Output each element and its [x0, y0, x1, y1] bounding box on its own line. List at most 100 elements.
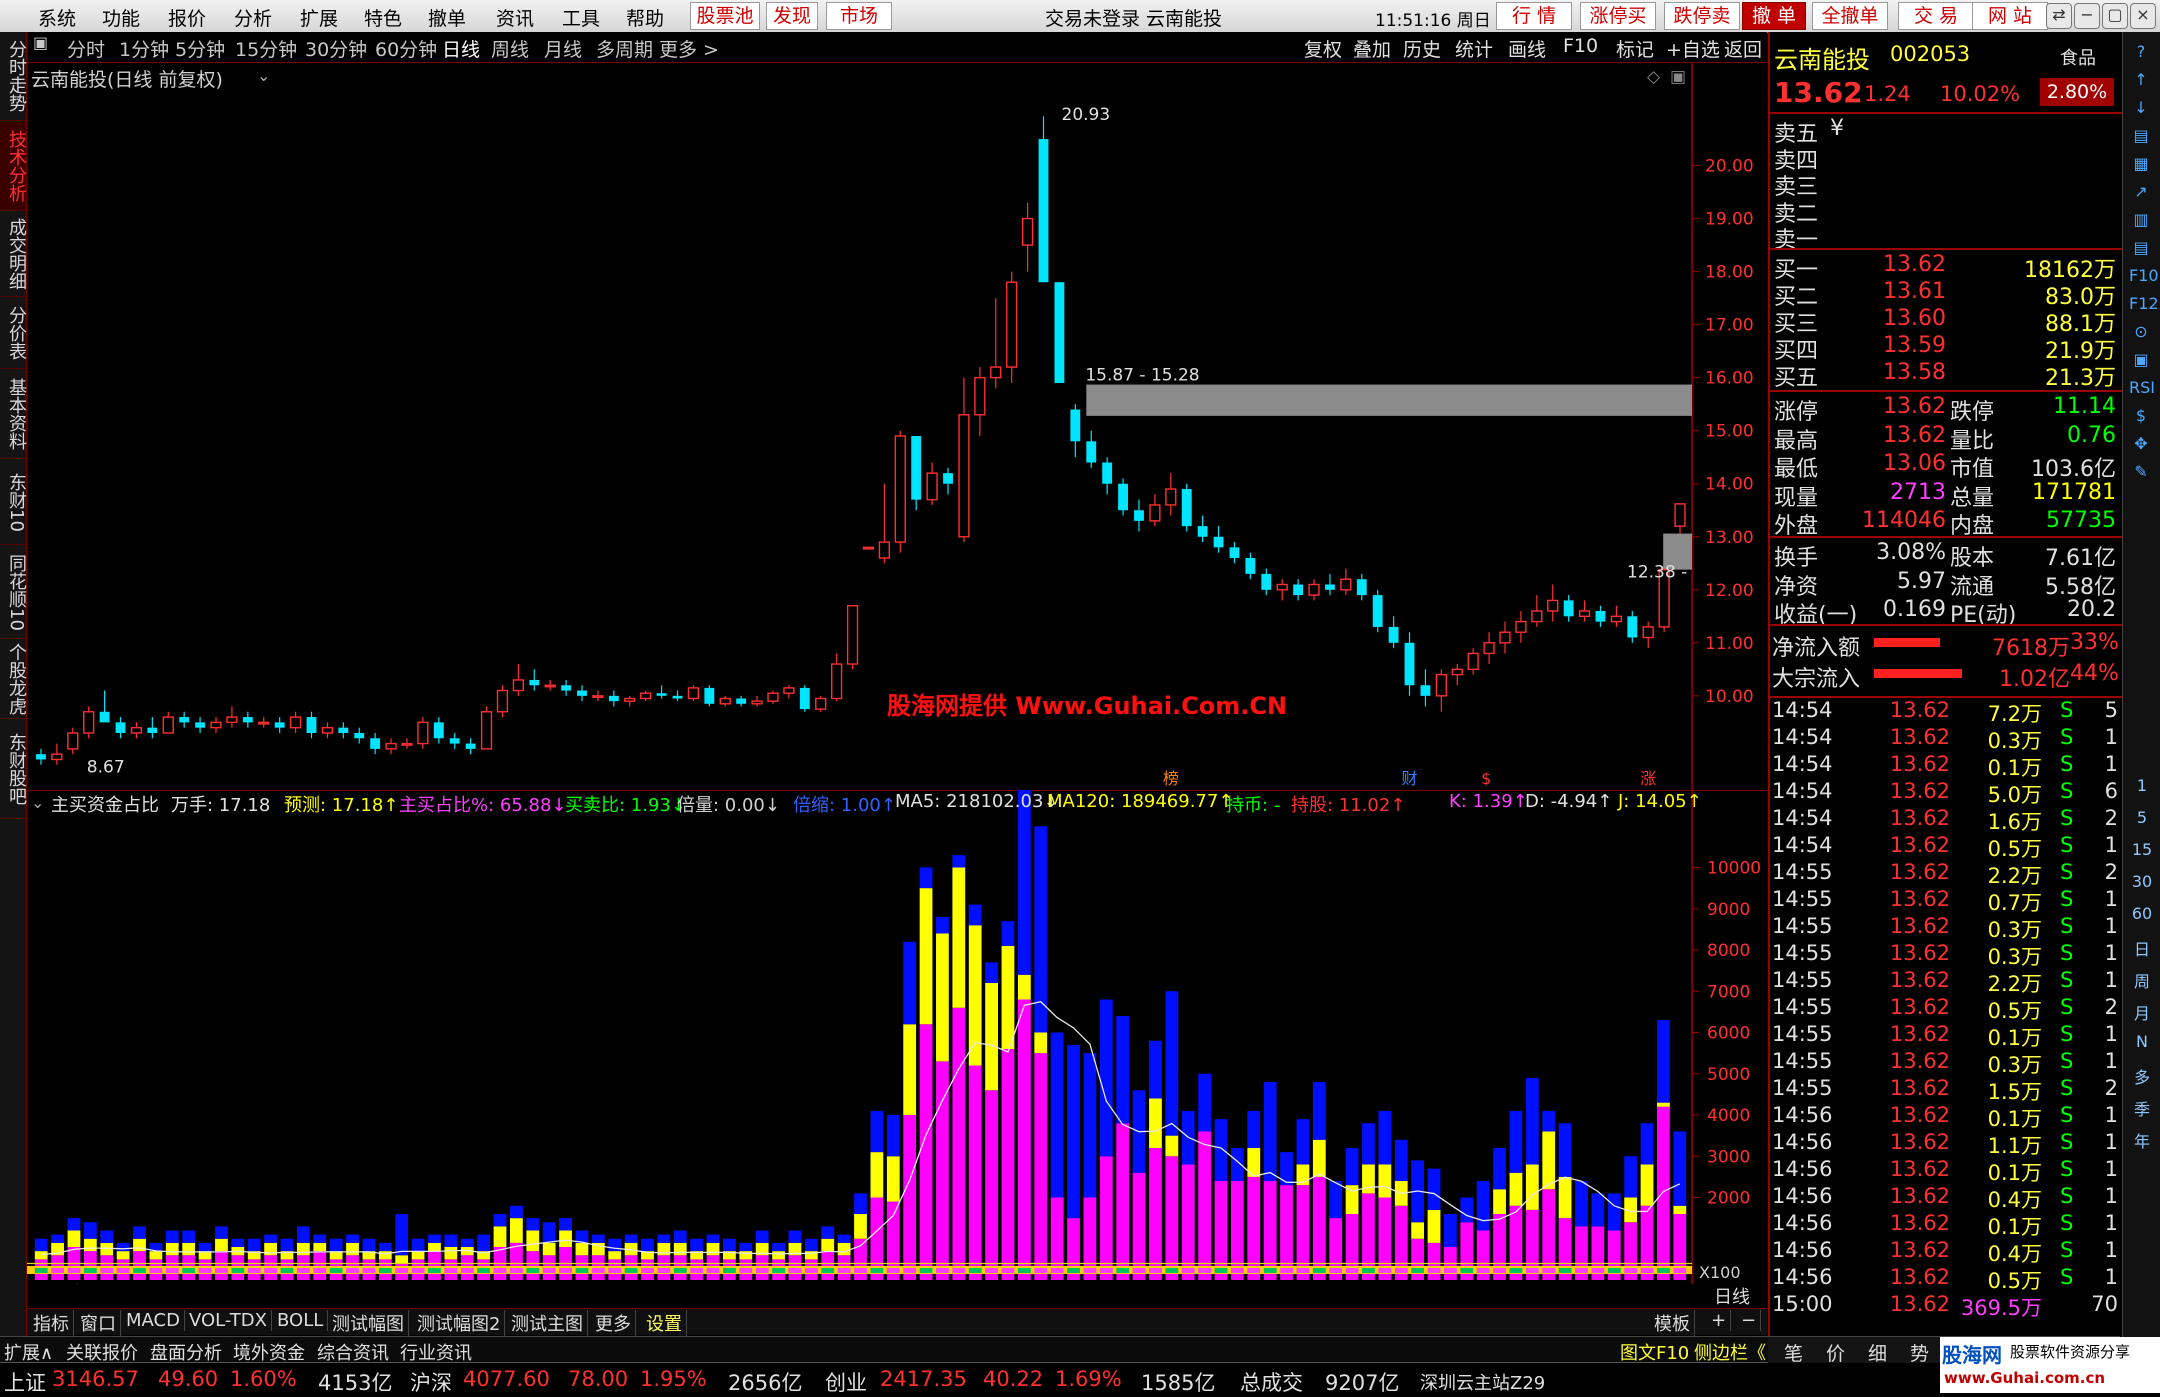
indicator-tab-4[interactable]: BOLL: [273, 1310, 329, 1331]
event-marker[interactable]: 榜: [1163, 769, 1179, 788]
indicator-tab-7[interactable]: 测试主图: [507, 1310, 588, 1336]
side-period-1[interactable]: 5: [2127, 808, 2157, 827]
chart-window-icon[interactable]: ▣: [1670, 67, 1686, 87]
top-button-5[interactable]: 交 易: [1898, 2, 1974, 30]
event-marker[interactable]: 涨: [1640, 769, 1656, 788]
side-tool-6-icon[interactable]: ▥: [2129, 208, 2153, 232]
sh-index-name[interactable]: 上证: [4, 1367, 46, 1397]
left-tab-4[interactable]: 基本资料: [0, 370, 27, 459]
period-8[interactable]: 月线: [544, 35, 582, 62]
side-tool-11-icon[interactable]: ▣: [2129, 348, 2153, 372]
side-period-8[interactable]: N: [2127, 1032, 2157, 1051]
indicator-tab-1[interactable]: 窗口: [76, 1310, 121, 1336]
menu-item-0[interactable]: 系统: [38, 4, 76, 31]
left-tab-8[interactable]: 东财股吧: [0, 720, 27, 819]
left-tab-1[interactable]: 技术分析: [0, 122, 27, 211]
stock-sector[interactable]: 食品: [2060, 44, 2096, 70]
menu-item-2[interactable]: 报价: [168, 4, 206, 31]
menu-item-8[interactable]: 工具: [562, 4, 600, 31]
chart-title-dropdown-icon[interactable]: ⌄: [257, 66, 270, 85]
chart-tool-4[interactable]: 画线: [1508, 35, 1546, 62]
period-5[interactable]: 60分钟: [375, 35, 437, 62]
chart-diamond-icon[interactable]: ◇: [1647, 67, 1660, 87]
side-period-11[interactable]: 年: [2127, 1128, 2157, 1152]
indicator-tab-right-0[interactable]: 模板: [1650, 1310, 1695, 1336]
side-tool-1-icon[interactable]: ↑: [2129, 68, 2153, 92]
left-tab-0[interactable]: 分时走势: [0, 32, 27, 121]
side-period-5[interactable]: 日: [2127, 936, 2157, 960]
kline-chart-svg[interactable]: 10.00 11.00 12.00 13.00 14.00 15.00 16.00 17.00…: [27, 62, 1767, 790]
left-tab-3[interactable]: 分价表: [0, 298, 27, 369]
menu-item-6[interactable]: 撤单: [428, 4, 466, 31]
menu-item-1[interactable]: 功能: [102, 4, 140, 31]
side-period-7[interactable]: 月: [2127, 1000, 2157, 1024]
top-button-0[interactable]: 行 情: [1496, 2, 1572, 30]
quote-tab-3[interactable]: 势: [1910, 1339, 1929, 1366]
top-button-1[interactable]: 涨停买: [1580, 2, 1656, 30]
menu-item-4[interactable]: 扩展: [300, 4, 338, 31]
side-period-2[interactable]: 15: [2127, 840, 2157, 859]
side-tool-2-icon[interactable]: ↓: [2129, 96, 2153, 120]
indicator-tab-6[interactable]: 测试幅图2: [413, 1310, 506, 1336]
menu-item-9[interactable]: 帮助: [626, 4, 664, 31]
side-tool-7-icon[interactable]: ▤: [2129, 236, 2153, 260]
layout-toggle-icon[interactable]: ▣: [33, 33, 48, 52]
indicator-tab-right-2[interactable]: −: [1737, 1310, 1762, 1331]
menu-hot-0[interactable]: 股票池: [690, 2, 760, 30]
indicator-tab-9[interactable]: 设置: [642, 1310, 687, 1336]
side-tool-14-icon[interactable]: ✥: [2129, 432, 2153, 456]
event-marker[interactable]: $: [1481, 769, 1491, 788]
cy-index-name[interactable]: 创业: [825, 1367, 867, 1397]
menu-hot-1[interactable]: 发现: [766, 2, 818, 30]
chart-tool-1[interactable]: 叠加: [1353, 35, 1391, 62]
left-tab-6[interactable]: 同花顺10: [0, 546, 27, 639]
quote-tab-0[interactable]: 笔: [1784, 1339, 1803, 1366]
indicator-name[interactable]: 主买资金占比: [51, 791, 159, 817]
indicator-chart-svg[interactable]: 2000 3000 4000 5000 6000 7000 8000 9000 10000 X10…: [27, 541, 1767, 1303]
server-name[interactable]: 深圳云主站Z29: [1420, 1369, 1545, 1395]
side-period-6[interactable]: 周: [2127, 968, 2157, 992]
close-icon[interactable]: ×: [2130, 3, 2156, 29]
menu-item-3[interactable]: 分析: [234, 4, 272, 31]
side-period-3[interactable]: 30: [2127, 872, 2157, 891]
indicator-tab-3[interactable]: VOL-TDX: [185, 1310, 272, 1331]
left-tab-5[interactable]: 东财10: [0, 460, 27, 545]
side-tool-12-icon[interactable]: RSI: [2129, 376, 2155, 400]
menu-item-5[interactable]: 特色: [364, 4, 402, 31]
side-tool-15-icon[interactable]: ✎: [2129, 460, 2153, 484]
chart-tool-6[interactable]: 标记: [1616, 35, 1654, 62]
restore-icon[interactable]: ⇄: [2046, 3, 2072, 29]
side-tool-3-icon[interactable]: ▤: [2129, 124, 2153, 148]
menu-hot-2[interactable]: 市场: [826, 2, 892, 30]
side-tool-4-icon[interactable]: ▦: [2129, 152, 2153, 176]
indicator-tab-right-1[interactable]: +: [1707, 1310, 1732, 1331]
side-period-0[interactable]: 1: [2127, 776, 2157, 795]
chart-tool-0[interactable]: 复权: [1304, 35, 1342, 62]
left-tab-7[interactable]: 个股龙虎: [0, 640, 27, 719]
chart-tool-3[interactable]: 统计: [1455, 35, 1493, 62]
minimize-icon[interactable]: −: [2074, 3, 2100, 29]
period-1[interactable]: 1分钟: [119, 35, 169, 62]
side-period-4[interactable]: 60: [2127, 904, 2157, 923]
period-4[interactable]: 30分钟: [305, 35, 367, 62]
indicator-collapse-icon[interactable]: ⌄: [31, 793, 44, 812]
maximize-icon[interactable]: ▢: [2102, 3, 2128, 29]
top-button-2[interactable]: 跌停卖: [1664, 2, 1740, 30]
main-chart[interactable]: 10.00 11.00 12.00 13.00 14.00 15.00 16.00 17.00…: [27, 62, 1767, 790]
quote-tab-2[interactable]: 细: [1868, 1339, 1887, 1366]
top-button-4[interactable]: 全撤单: [1812, 2, 1888, 30]
chart-tool-7[interactable]: +自选: [1666, 35, 1720, 62]
period-9[interactable]: 多周期: [596, 35, 653, 62]
top-button-6[interactable]: 网 站: [1972, 2, 2048, 30]
side-tool-0-icon[interactable]: ?: [2129, 40, 2153, 64]
period-10[interactable]: 更多 >: [659, 35, 719, 62]
indicator-tab-8[interactable]: 更多: [591, 1310, 636, 1336]
period-2[interactable]: 5分钟: [175, 35, 225, 62]
side-period-9[interactable]: 多: [2127, 1064, 2157, 1088]
indicator-tab-0[interactable]: 指标: [29, 1310, 74, 1336]
side-tool-9-icon[interactable]: F12: [2129, 292, 2159, 316]
period-3[interactable]: 15分钟: [235, 35, 297, 62]
side-tool-10-icon[interactable]: ⊙: [2129, 320, 2153, 344]
top-button-3[interactable]: 撤 单: [1742, 2, 1806, 30]
chart-tool-5[interactable]: F10: [1563, 35, 1598, 57]
